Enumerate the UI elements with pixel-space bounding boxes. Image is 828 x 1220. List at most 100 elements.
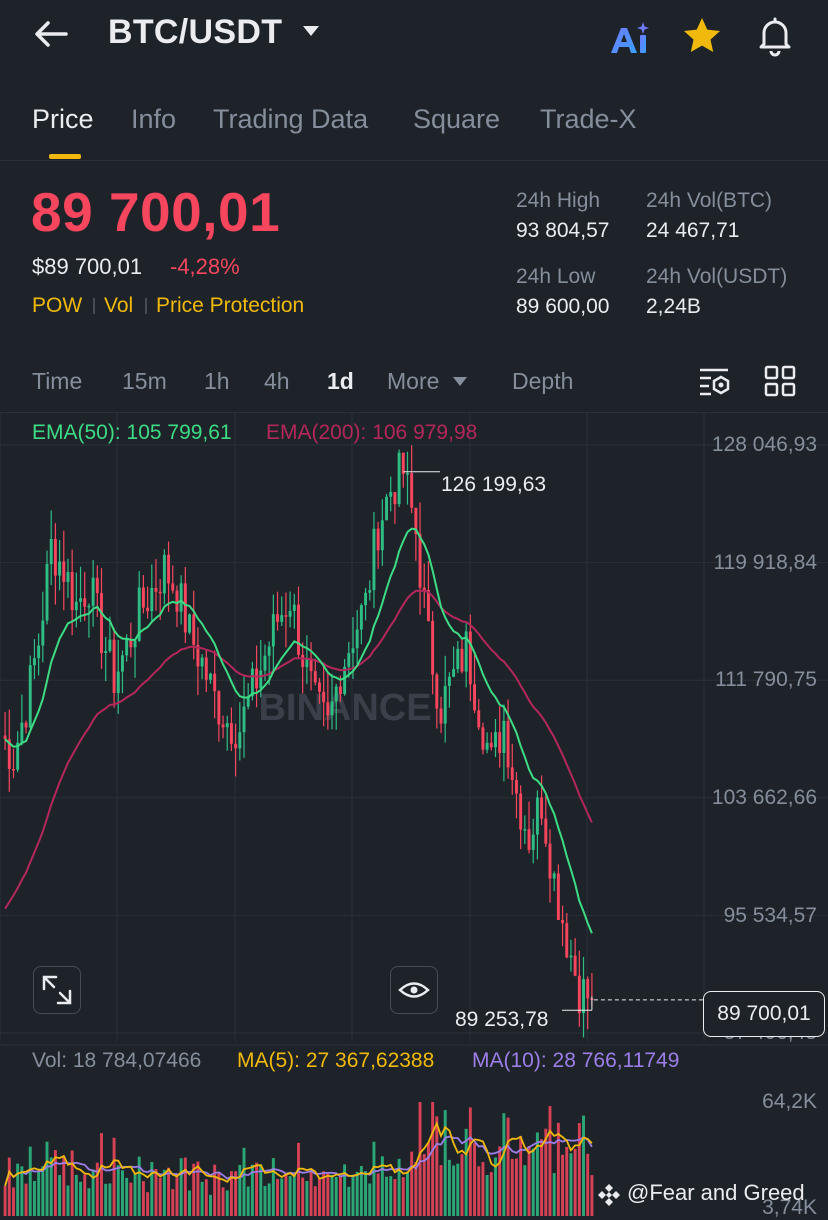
candle-body: [393, 492, 397, 505]
volume-bar: [100, 1133, 103, 1216]
fullscreen-button[interactable]: [33, 966, 81, 1014]
volume-bar: [246, 1186, 250, 1216]
interval-1h[interactable]: 1h: [204, 368, 230, 395]
volume-bar: [406, 1171, 409, 1216]
chevron-down-icon[interactable]: [303, 26, 319, 36]
volume-bar: [452, 1165, 456, 1216]
volume-bar: [385, 1176, 388, 1216]
stat-24h-vol-btc-value: 24 467,71: [646, 219, 740, 242]
ai-icon[interactable]: [608, 20, 650, 56]
tab-price[interactable]: Price: [32, 104, 94, 135]
tab-trading-data[interactable]: Trading Data: [213, 104, 368, 135]
volume-bar: [83, 1174, 87, 1216]
candle-body: [355, 629, 359, 649]
candle-body: [154, 587, 158, 592]
candle-body: [179, 583, 183, 612]
candle-body: [141, 587, 145, 608]
candle-body: [406, 473, 409, 475]
candle-body: [20, 722, 24, 743]
volume-bar: [112, 1137, 116, 1216]
volume-bar: [326, 1172, 330, 1216]
tag-vol[interactable]: Vol: [104, 294, 133, 318]
candle-body: [301, 654, 305, 668]
volume-bar: [477, 1166, 481, 1216]
volume-bar: [473, 1143, 477, 1216]
tab-info[interactable]: Info: [131, 104, 176, 135]
candle-body: [322, 691, 326, 703]
candle-body: [242, 706, 246, 733]
interval-1d[interactable]: 1d: [327, 368, 354, 395]
candle-body: [452, 669, 456, 677]
candle-body: [45, 564, 49, 621]
price-change-percent: -4,28%: [170, 254, 240, 279]
candle-body: [548, 843, 552, 879]
candle-body: [200, 657, 204, 667]
candle-body: [32, 658, 36, 666]
visibility-toggle-button[interactable]: [390, 966, 438, 1014]
candle-body: [439, 708, 443, 724]
chevron-down-icon[interactable]: [453, 377, 467, 386]
candle-body: [24, 722, 28, 728]
volume-bar: [364, 1171, 368, 1216]
volume-bar: [573, 1148, 577, 1216]
candle-body: [120, 655, 124, 672]
volume-bar: [104, 1183, 108, 1216]
current-price-label: 89 700,01: [717, 1002, 811, 1025]
high-marker-label: 126 199,63: [441, 473, 547, 496]
expand-icon: [42, 975, 72, 1005]
volume-bar: [577, 1123, 581, 1216]
tab-trade-x[interactable]: Trade-X: [540, 104, 637, 135]
price-axis-label: 128 046,93: [711, 433, 817, 456]
candlestick-chart[interactable]: BINANCE: [0, 412, 828, 1218]
watermark-text: @Fear and Greed: [627, 1180, 805, 1205]
volume-bar: [305, 1180, 309, 1216]
low-marker-label: 89 253,78: [455, 1008, 549, 1031]
back-arrow-icon[interactable]: [30, 12, 74, 56]
candle-body: [368, 590, 372, 593]
candle-body: [255, 668, 259, 689]
interval-time[interactable]: Time: [32, 368, 82, 395]
volume-bar: [129, 1182, 133, 1216]
candle-body: [225, 723, 229, 728]
candle-body: [259, 670, 263, 689]
star-icon[interactable]: [680, 14, 724, 58]
tab-square[interactable]: Square: [413, 104, 500, 135]
binance-logo-icon: [598, 1184, 620, 1206]
candle-body: [527, 829, 531, 850]
candle-body: [477, 710, 481, 728]
indicator-settings-icon[interactable]: [697, 364, 731, 398]
volume-bar: [87, 1188, 91, 1216]
candle-body: [565, 923, 569, 958]
volume-bar: [276, 1179, 280, 1216]
candle-body: [263, 655, 267, 671]
volume-bar: [137, 1156, 141, 1216]
interval-4h[interactable]: 4h: [264, 368, 290, 395]
volume-bar: [548, 1106, 552, 1216]
grid-layout-icon[interactable]: [763, 364, 797, 398]
depth-tab[interactable]: Depth: [512, 368, 573, 395]
candle-body: [494, 732, 497, 748]
candle-body: [125, 639, 129, 656]
volume-bar: [154, 1169, 158, 1216]
volume-bar: [58, 1175, 62, 1216]
bell-icon[interactable]: [752, 12, 798, 58]
interval-more[interactable]: More: [387, 368, 439, 395]
volume-bar: [556, 1122, 560, 1216]
interval-15m[interactable]: 15m: [122, 368, 167, 395]
candle-body: [213, 673, 217, 692]
tag-price-protection[interactable]: Price Protection: [156, 294, 304, 318]
candle-body: [188, 614, 191, 633]
candle-body: [535, 797, 539, 835]
volume-bar: [389, 1176, 393, 1216]
tag-pow[interactable]: POW: [32, 294, 82, 318]
pair-title[interactable]: BTC/USDT: [108, 13, 282, 52]
candle-body: [364, 592, 368, 606]
candle-body: [519, 793, 523, 830]
volume-bar: [460, 1154, 464, 1216]
volume-bar: [255, 1162, 259, 1216]
candle-body: [506, 720, 510, 768]
volume-bar: [355, 1171, 359, 1216]
candle-body: [221, 724, 225, 728]
candle-body: [229, 723, 233, 744]
volume-bar: [66, 1185, 70, 1216]
